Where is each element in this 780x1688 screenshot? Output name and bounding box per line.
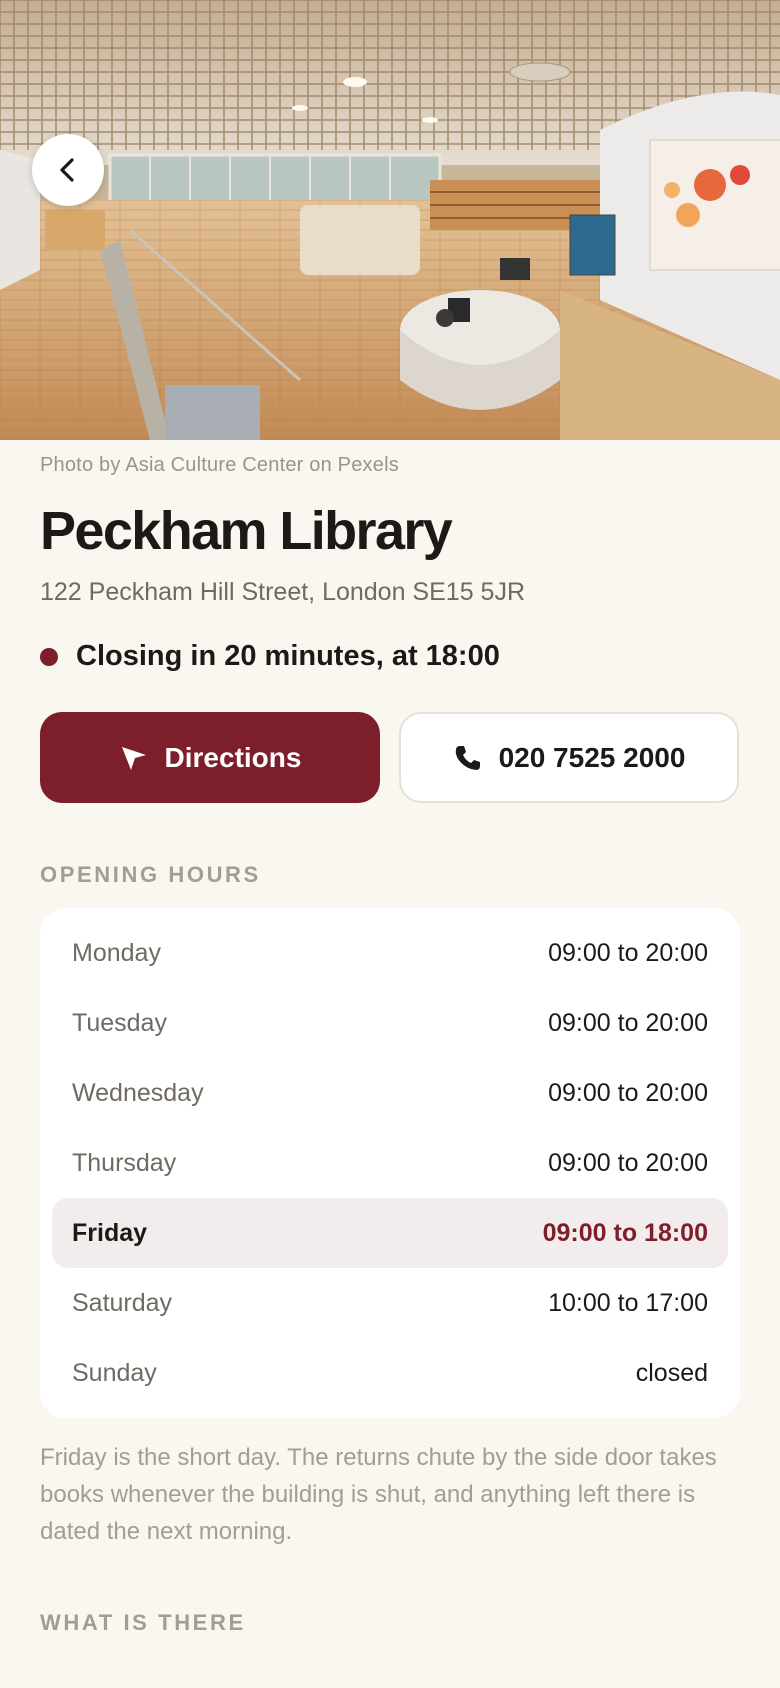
day-label: Saturday [72,1288,173,1317]
hours-value: 09:00 to 20:00 [548,938,708,967]
library-address: 122 Peckham Hill Street, London SE15 5JR [40,578,525,606]
library-interior-image [0,0,780,440]
hours-row-thursday: Thursday 09:00 to 20:00 [52,1128,728,1198]
hours-row-sunday: Sunday closed [52,1338,728,1408]
hours-note: Friday is the short day. The returns chu… [40,1444,717,1545]
day-label: Thursday [72,1148,177,1177]
hours-row-monday: Monday 09:00 to 20:00 [52,918,728,988]
day-label: Sunday [72,1358,157,1387]
hours-row-tuesday: Tuesday 09:00 to 20:00 [52,988,728,1058]
hours-value: 09:00 to 20:00 [548,1078,708,1107]
navigation-arrow-icon [119,743,149,773]
library-detail-page: Photo by Asia Culture Center on Pexels P… [0,0,780,1688]
hours-row-wednesday: Wednesday 09:00 to 20:00 [52,1058,728,1128]
hours-value: 09:00 to 20:00 [548,1008,708,1037]
day-label: Monday [72,938,161,967]
hours-value: closed [635,1358,708,1387]
phone-number: 020 7525 2000 [498,741,686,773]
what-is-there-heading: WHAT IS THERE [40,1610,246,1635]
hours-value: 10:00 to 17:00 [548,1288,708,1317]
hours-value: 09:00 to 18:00 [542,1218,708,1247]
hero-photo [0,0,780,440]
call-button[interactable]: 020 7525 2000 [399,712,739,803]
phone-icon [453,743,483,773]
chevron-left-icon [60,158,74,182]
page-title: Peckham Library [40,501,453,561]
status-dot-icon [40,647,58,666]
directions-label: Directions [164,741,302,773]
back-button[interactable] [32,134,104,206]
hours-value: 09:00 to 20:00 [548,1148,708,1177]
photo-credit: Photo by Asia Culture Center on Pexels [40,454,399,476]
day-label: Wednesday [72,1078,204,1107]
hours-row-friday-today: Friday 09:00 to 18:00 [52,1198,728,1268]
hours-row-saturday: Saturday 10:00 to 17:00 [52,1268,728,1338]
day-label: Friday [72,1218,148,1247]
directions-button[interactable]: Directions [40,712,380,803]
opening-hours-card: Monday 09:00 to 20:00 Tuesday 09:00 to 2… [40,908,740,1418]
open-status: Closing in 20 minutes, at 18:00 [40,640,500,673]
day-label: Tuesday [72,1008,167,1037]
opening-hours-heading: OPENING HOURS [40,862,261,887]
status-text: Closing in 20 minutes, at 18:00 [76,640,500,672]
